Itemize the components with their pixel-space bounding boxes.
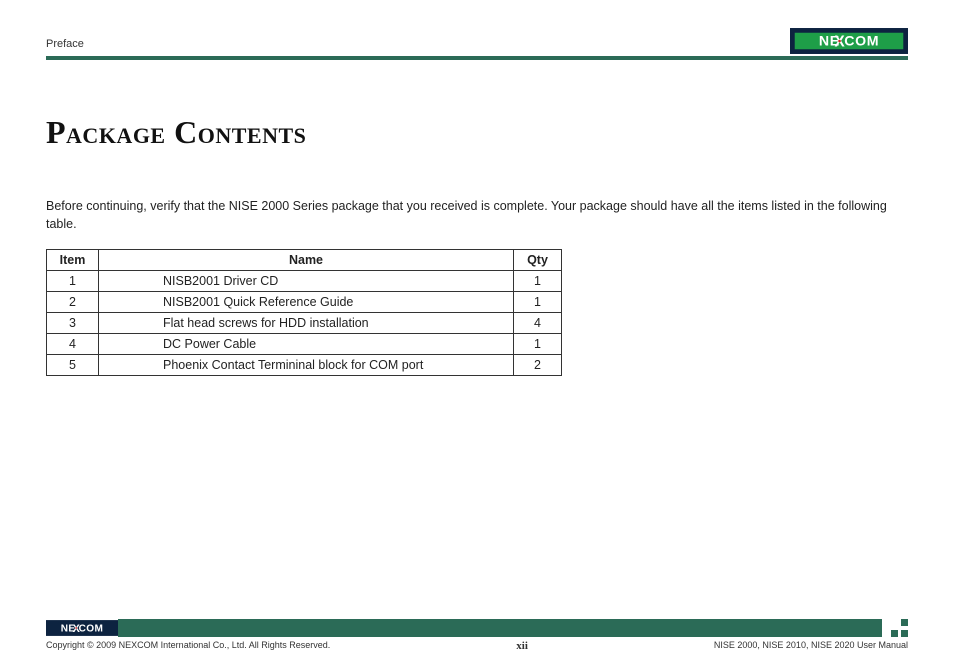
nexcom-logo-top: NE COM X: [790, 28, 908, 54]
main-content: Package Contents Before continuing, veri…: [46, 60, 908, 376]
manual-reference: NISE 2000, NISE 2010, NISE 2020 User Man…: [714, 640, 908, 652]
copyright-text: Copyright © 2009 NEXCOM International Co…: [46, 640, 330, 652]
svg-text:X: X: [73, 623, 81, 635]
cell-qty: 2: [514, 355, 562, 376]
cell-item: 2: [47, 292, 99, 313]
cell-name: Flat head screws for HDD installation: [99, 313, 514, 334]
footer-banner: NE COM X: [46, 619, 908, 637]
cell-qty: 4: [514, 313, 562, 334]
cell-name: NISB2001 Quick Reference Guide: [99, 292, 514, 313]
table-row: 1 NISB2001 Driver CD 1: [47, 271, 562, 292]
cell-qty: 1: [514, 271, 562, 292]
package-contents-table: Item Name Qty 1 NISB2001 Driver CD 1 2 N…: [46, 249, 562, 376]
cell-item: 3: [47, 313, 99, 334]
th-item: Item: [47, 250, 99, 271]
cell-item: 4: [47, 334, 99, 355]
th-qty: Qty: [514, 250, 562, 271]
svg-text:NE COM: NE COM: [819, 34, 879, 50]
cell-qty: 1: [514, 292, 562, 313]
cell-name: Phoenix Contact Termininal block for COM…: [99, 355, 514, 376]
cell-item: 5: [47, 355, 99, 376]
th-name: Name: [99, 250, 514, 271]
svg-text:NE COM: NE COM: [61, 624, 103, 635]
intro-text: Before continuing, verify that the NISE …: [46, 197, 908, 233]
cell-item: 1: [47, 271, 99, 292]
cell-name: DC Power Cable: [99, 334, 514, 355]
page-number: xii: [516, 640, 528, 652]
cell-qty: 1: [514, 334, 562, 355]
page-header: Preface NE COM X: [46, 24, 908, 54]
table-row: 4 DC Power Cable 1: [47, 334, 562, 355]
cell-name: NISB2001 Driver CD: [99, 271, 514, 292]
table-header-row: Item Name Qty: [47, 250, 562, 271]
table-row: 2 NISB2001 Quick Reference Guide 1: [47, 292, 562, 313]
page-title: Package Contents: [46, 114, 908, 151]
table-row: 5 Phoenix Contact Termininal block for C…: [47, 355, 562, 376]
decorative-squares-icon: [888, 619, 908, 637]
table-row: 3 Flat head screws for HDD installation …: [47, 313, 562, 334]
section-label: Preface: [46, 38, 84, 54]
nexcom-logo-bottom: NE COM X: [46, 619, 118, 637]
footer-line: Copyright © 2009 NEXCOM International Co…: [46, 640, 908, 652]
page-footer: NE COM X Copyright © 2009 NEXCOM Interna…: [46, 619, 908, 652]
